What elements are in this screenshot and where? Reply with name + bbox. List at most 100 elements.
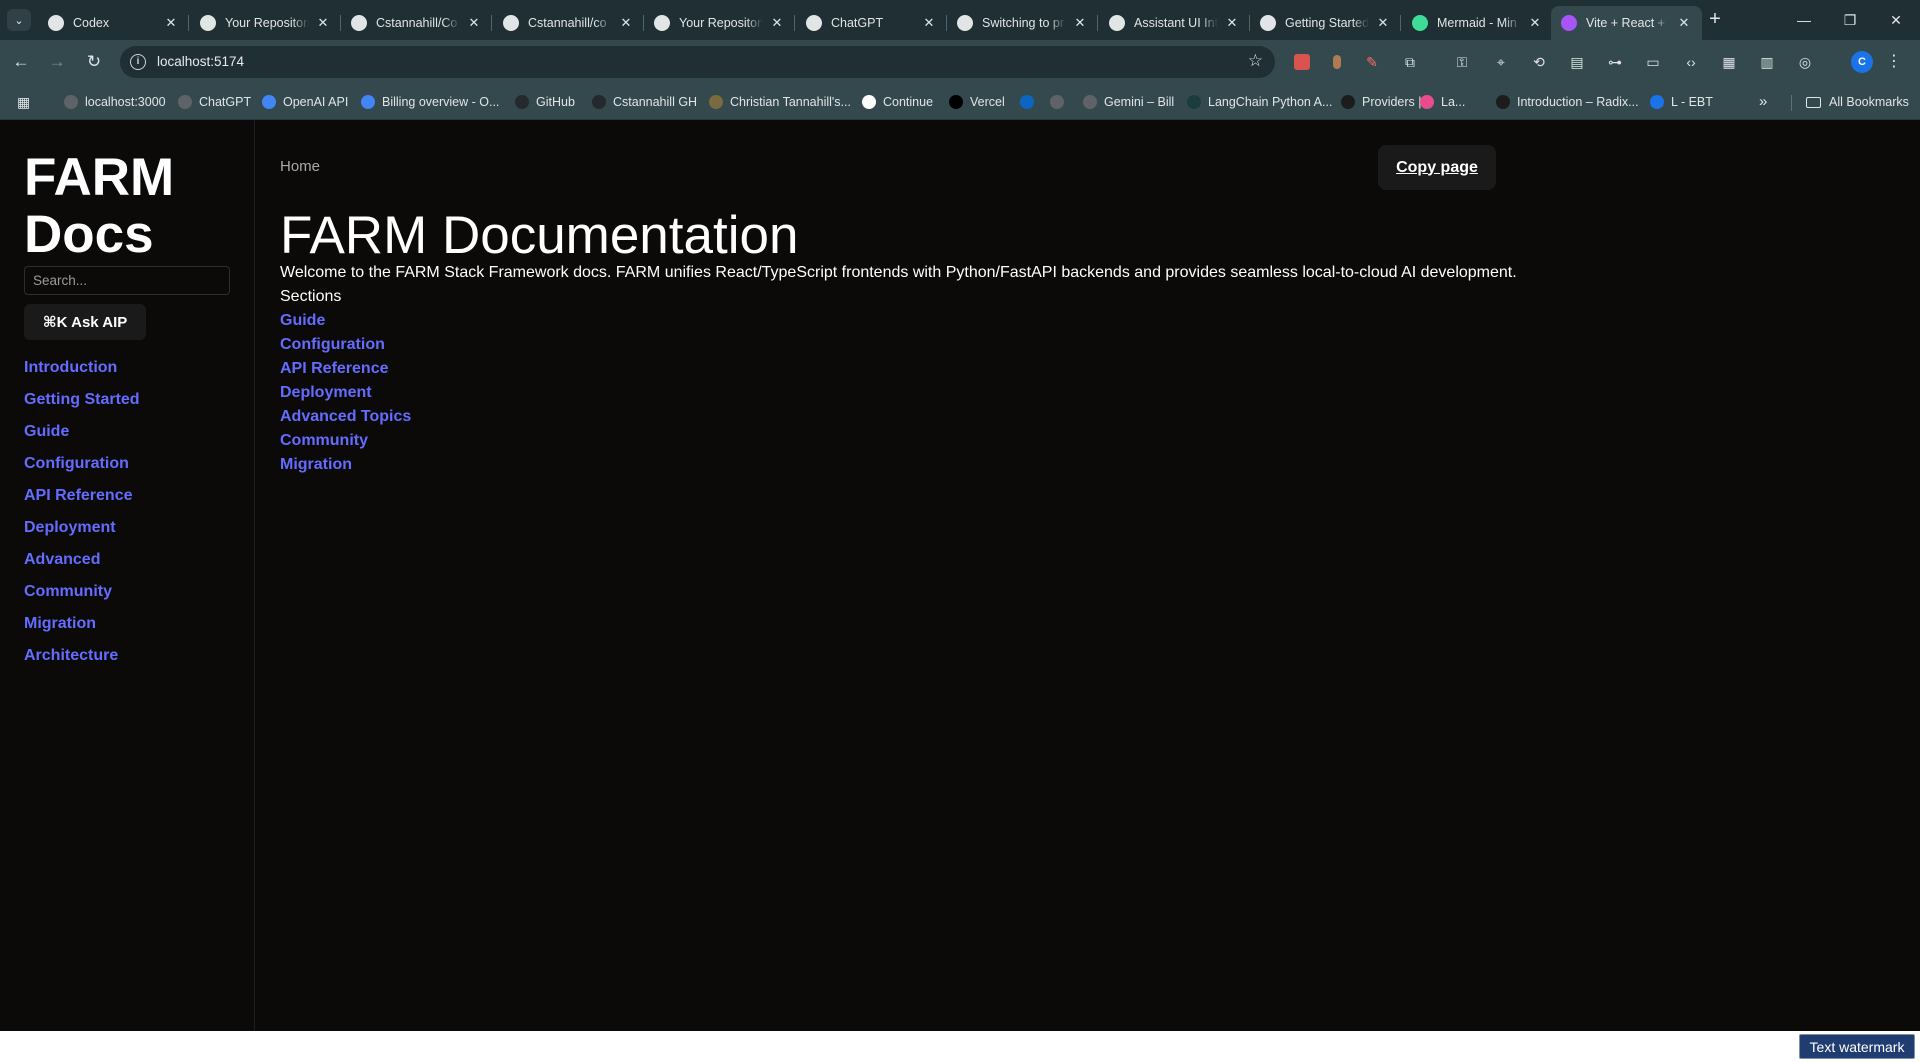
section-link-deployment[interactable]: Deployment [280, 383, 411, 407]
sidebar-item-advanced[interactable]: Advanced [24, 549, 140, 581]
extensions-puzzle-icon[interactable]: ⧉ [1400, 52, 1420, 72]
key-icon[interactable]: ⚿ [1452, 52, 1472, 72]
reload-button[interactable]: ↻ [80, 48, 108, 76]
browser-tab[interactable]: Assistant UI Int ✕ [1099, 6, 1250, 40]
profile-avatar[interactable]: C [1851, 51, 1873, 73]
sidebar-item-deployment[interactable]: Deployment [24, 517, 140, 549]
section-link-api-reference[interactable]: API Reference [280, 359, 411, 383]
search-input[interactable] [24, 266, 230, 295]
radix-icon [1496, 95, 1510, 109]
tab-search-button[interactable]: ⌄ [7, 9, 31, 31]
section-link-guide[interactable]: Guide [280, 311, 411, 335]
url-text[interactable]: localhost:5174 [157, 54, 244, 69]
openai-icon [262, 95, 276, 109]
close-tab-icon[interactable]: ✕ [921, 15, 937, 31]
site-logo[interactable]: FARM Docs [24, 149, 244, 263]
history-icon[interactable]: ⟲ [1529, 52, 1549, 72]
sidebar-item-community[interactable]: Community [24, 581, 140, 613]
address-bar[interactable]: i localhost:5174 ☆ [120, 46, 1275, 78]
browser-tab[interactable]: Cstannahill/Co ✕ [341, 6, 492, 40]
bookmark-item[interactable]: Cstannahill GH [592, 91, 697, 113]
sidebar-item-guide[interactable]: Guide [24, 421, 140, 453]
bookmark-item[interactable]: LangChain Python A... [1187, 91, 1332, 113]
bottom-strip [0, 1031, 1920, 1062]
sidebar-item-api-reference[interactable]: API Reference [24, 485, 140, 517]
extension-icon[interactable] [1327, 52, 1347, 72]
close-window-button[interactable]: ✕ [1873, 0, 1919, 40]
bookmark-item[interactable]: La... [1420, 91, 1465, 113]
bookmark-item[interactable]: Introduction – Radix... [1496, 91, 1639, 113]
browser-tab[interactable]: Codex ✕ [38, 6, 189, 40]
sidebar-item-getting-started[interactable]: Getting Started [24, 389, 140, 421]
bookmark-item[interactable]: Billing overview - O... [361, 91, 499, 113]
all-bookmarks-button[interactable]: All Bookmarks [1806, 91, 1909, 113]
bookmark-item[interactable]: Christian Tannahill's... [709, 91, 851, 113]
sidebar-item-architecture[interactable]: Architecture [24, 645, 140, 677]
close-tab-icon[interactable]: ✕ [618, 15, 634, 31]
github-icon [654, 15, 670, 31]
bookmark-item[interactable]: L - EBT [1650, 91, 1713, 113]
forward-button[interactable]: → [43, 48, 71, 76]
restore-button[interactable]: ❐ [1827, 0, 1873, 40]
chevron-double-right-icon[interactable]: » [1759, 93, 1767, 110]
restore-icon: ❐ [1843, 11, 1857, 28]
close-tab-icon[interactable]: ✕ [1072, 15, 1088, 31]
bookmark-item[interactable]: Vercel [949, 91, 1005, 113]
apps-grid-icon[interactable]: ▦ [1719, 52, 1739, 72]
bookmark-star-icon[interactable]: ☆ [1248, 51, 1263, 71]
bookmark-item[interactable] [1020, 91, 1034, 113]
extension-icon[interactable] [1292, 52, 1312, 72]
close-tab-icon[interactable]: ✕ [315, 15, 331, 31]
reload-icon: ↻ [86, 52, 102, 71]
browser-tab[interactable]: Switching to pr ✕ [947, 6, 1098, 40]
close-tab-icon[interactable]: ✕ [1375, 15, 1391, 31]
bookmark-item[interactable]: localhost:3000 [64, 91, 166, 113]
sidebar-item-migration[interactable]: Migration [24, 613, 140, 645]
browser-tab[interactable]: Getting Started ✕ [1250, 6, 1401, 40]
close-tab-icon[interactable]: ✕ [466, 15, 482, 31]
bookmark-item[interactable]: ChatGPT [178, 91, 251, 113]
sidebar-item-configuration[interactable]: Configuration [24, 453, 140, 485]
site-info-icon[interactable]: i [130, 54, 146, 70]
intro-paragraph: Welcome to the FARM Stack Framework docs… [280, 264, 1517, 281]
reading-list-icon[interactable]: ▤ [1567, 52, 1587, 72]
bookmark-item[interactable]: Gemini – Bill [1083, 91, 1174, 113]
browser-tab[interactable]: Your Repositories ✕ [644, 6, 795, 40]
sidebar-item-introduction[interactable]: Introduction [24, 357, 140, 389]
new-tab-button[interactable]: + [1703, 8, 1727, 32]
extension-icon[interactable]: ✎ [1362, 52, 1382, 72]
minimize-button[interactable]: — [1781, 0, 1827, 40]
browser-tab[interactable]: Vite + React + ✕ [1551, 6, 1702, 40]
section-link-migration[interactable]: Migration [280, 455, 411, 479]
copy-page-button[interactable]: Copy page [1378, 145, 1496, 190]
section-link-advanced-topics[interactable]: Advanced Topics [280, 407, 411, 431]
bookmark-item[interactable]: OpenAI API [262, 91, 348, 113]
section-link-community[interactable]: Community [280, 431, 411, 455]
bookmark-item[interactable]: Continue [862, 91, 933, 113]
apps-grid-icon[interactable]: ▦ [17, 94, 33, 110]
arrow-left-icon: ← [12, 52, 30, 71]
bookmark-item[interactable]: Providers | [1341, 91, 1422, 113]
close-tab-icon[interactable]: ✕ [1527, 15, 1543, 31]
ask-ai-button[interactable]: ⌘K Ask AIP [24, 304, 146, 340]
bookmark-item[interactable]: GitHub [515, 91, 575, 113]
kebab-menu-icon[interactable]: ⋮ [1884, 51, 1904, 73]
screenshot-icon[interactable]: ◎ [1795, 52, 1815, 72]
browser-tab[interactable]: ChatGPT ✕ [796, 6, 947, 40]
location-pin-icon[interactable]: ⌖ [1491, 52, 1511, 72]
section-link-configuration[interactable]: Configuration [280, 335, 411, 359]
close-tab-icon[interactable]: ✕ [163, 15, 179, 31]
browser-tab[interactable]: Cstannahill/co ✕ [493, 6, 644, 40]
devices-icon[interactable]: ▭ [1643, 52, 1663, 72]
close-tab-icon[interactable]: ✕ [1676, 15, 1692, 31]
close-tab-icon[interactable]: ✕ [769, 15, 785, 31]
side-panel-icon[interactable]: ▥ [1757, 52, 1777, 72]
code-icon[interactable]: ‹› [1681, 52, 1701, 72]
breadcrumb[interactable]: Home [280, 158, 320, 175]
browser-tab[interactable]: Your Repositories ✕ [190, 6, 341, 40]
back-button[interactable]: ← [7, 48, 35, 76]
bookmark-item[interactable] [1050, 91, 1064, 113]
close-tab-icon[interactable]: ✕ [1224, 15, 1240, 31]
browser-tab[interactable]: Mermaid - Min ✕ [1402, 6, 1553, 40]
link-icon[interactable]: ⊶ [1605, 52, 1625, 72]
